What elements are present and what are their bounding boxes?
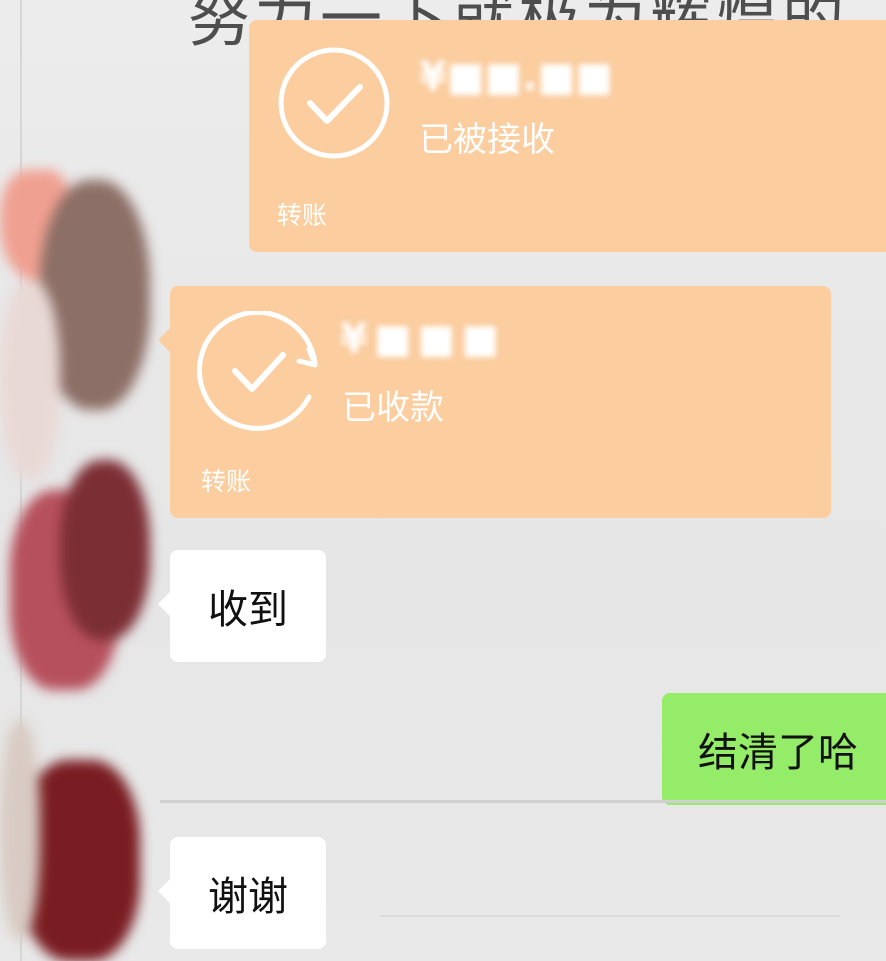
- bubble-tail: [158, 592, 170, 616]
- bubble-tail: [158, 879, 170, 903]
- message-text: 收到: [208, 587, 288, 633]
- divider-line: [380, 915, 840, 917]
- transfer-status: 已收款: [342, 388, 444, 428]
- message-bubble-received[interactable]: 谢谢: [158, 837, 326, 949]
- transfer-amount-redacted: ¥■■■: [340, 316, 506, 362]
- transfer-card-received[interactable]: ¥■■■ 已收款 转账: [158, 286, 831, 518]
- transfer-label: 转账: [201, 467, 252, 496]
- contact-avatar-blurred[interactable]: [0, 160, 160, 961]
- avatar-blur-region: [0, 280, 60, 480]
- transfer-status: 已被接收: [419, 120, 555, 160]
- check-circle-icon: [278, 47, 390, 159]
- avatar-blur-region: [0, 720, 40, 940]
- bubble-tail: [158, 328, 170, 352]
- transfer-card-sent[interactable]: ¥■■.■■ 已被接收 转账: [249, 20, 886, 252]
- transfer-amount-redacted: ¥■■.■■: [419, 54, 614, 100]
- check-circle-icon: [197, 311, 318, 431]
- chat-area[interactable]: 努力一下就极为辉煌的 ¥■■.■■ 已被接收 转账 ¥■■■ 已收款 转账: [0, 0, 886, 961]
- avatar-blur-region: [60, 460, 150, 640]
- divider-line: [160, 800, 886, 803]
- message-bubble-sent[interactable]: 结清了哈: [662, 693, 886, 805]
- transfer-label: 转账: [277, 201, 328, 230]
- message-bubble-received[interactable]: 收到: [158, 550, 326, 662]
- message-text: 结清了哈: [698, 730, 858, 776]
- message-text: 谢谢: [208, 874, 288, 920]
